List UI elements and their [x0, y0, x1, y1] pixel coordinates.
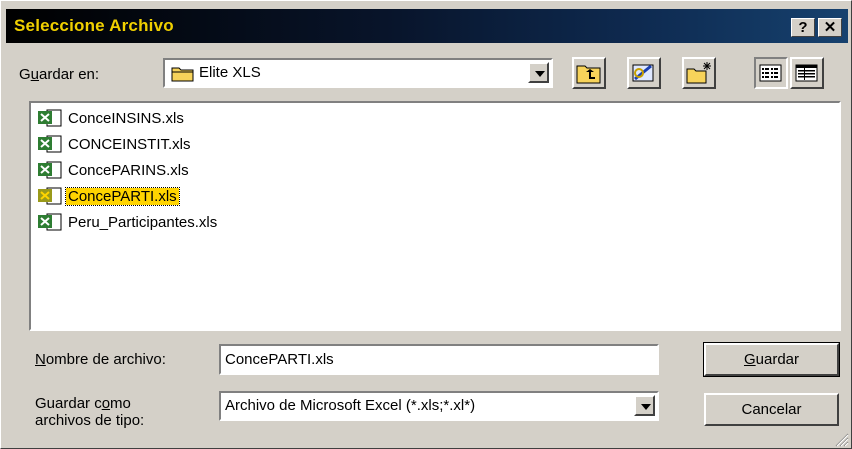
window-title: Seleccione Archivo	[14, 16, 174, 35]
title-bar[interactable]: Seleccione Archivo ? ✕	[6, 9, 848, 43]
save-in-label-accesskey: u	[30, 66, 40, 83]
file-name: ConcePARINS.xls	[68, 161, 189, 179]
search-web-button[interactable]	[627, 57, 661, 89]
save-in-label: Guardar en:	[19, 66, 99, 83]
folder-icon	[171, 64, 195, 86]
filetype-label-line1: Guardar como	[35, 395, 131, 412]
new-folder-icon	[686, 62, 711, 84]
file-name: ConcePARTI.xls	[65, 186, 180, 206]
up-one-level-icon	[576, 65, 601, 84]
search-web-icon	[632, 64, 654, 82]
save-in-label-rest: ardar en:	[39, 66, 100, 83]
excel-file-icon	[37, 213, 63, 231]
list-item[interactable]: ConcePARINS.xls	[37, 159, 191, 181]
excel-file-icon	[37, 187, 63, 205]
save-in-combo[interactable]: Elite XLS	[163, 58, 553, 88]
filename-label-accesskey: N	[35, 351, 46, 368]
save-in-label-first: G	[19, 66, 31, 83]
resize-grip-icon[interactable]	[833, 431, 849, 447]
excel-file-icon	[37, 161, 63, 179]
list-item[interactable]: CONCEINSTIT.xls	[37, 133, 193, 155]
save-button[interactable]: Guardar	[703, 342, 840, 377]
save-in-value: Elite XLS	[199, 64, 261, 81]
details-view-button[interactable]	[790, 57, 824, 89]
filetype-label: Guardar como archivos de tipo:	[35, 395, 144, 429]
list-view-icon	[759, 64, 782, 82]
filename-value: ConcePARTI.xls	[225, 351, 334, 368]
file-name: ConceINSINS.xls	[68, 109, 184, 127]
excel-file-icon	[37, 135, 63, 153]
list-item[interactable]: Peru_Participantes.xls	[37, 211, 219, 233]
up-one-level-button[interactable]	[572, 57, 606, 89]
filetype-value: Archivo de Microsoft Excel (*.xls;*.xl*)	[225, 397, 476, 414]
filename-input[interactable]: ConcePARTI.xls	[219, 344, 659, 375]
file-list[interactable]: ConceINSINS.xls CONCEINSTIT.xls ConcePAR…	[29, 101, 841, 331]
save-in-dropdown-button[interactable]	[528, 62, 549, 83]
file-name: CONCEINSTIT.xls	[68, 135, 191, 153]
filetype-combo[interactable]: Archivo de Microsoft Excel (*.xls;*.xl*)	[219, 391, 659, 421]
list-item[interactable]: ConceINSINS.xls	[37, 107, 186, 129]
chevron-down-icon	[535, 71, 545, 77]
chevron-down-icon	[641, 404, 651, 410]
cancel-button[interactable]: Cancelar	[704, 393, 839, 426]
filename-label: Nombre de archivo:	[35, 351, 166, 368]
filetype-dropdown-button[interactable]	[634, 395, 655, 416]
close-button[interactable]: ✕	[818, 18, 842, 37]
list-view-button[interactable]	[754, 57, 788, 89]
save-button-label: Guardar	[743, 351, 800, 368]
file-name: Peru_Participantes.xls	[68, 213, 218, 231]
excel-file-icon	[37, 109, 63, 127]
new-folder-button[interactable]	[682, 57, 716, 89]
help-button[interactable]: ?	[791, 18, 815, 37]
filetype-label-line2: archivos de tipo:	[35, 412, 145, 429]
save-dialog: Seleccione Archivo ? ✕ Guardar en: Elite…	[0, 0, 852, 449]
details-view-icon	[795, 64, 818, 82]
list-item-selected[interactable]: ConcePARTI.xls	[37, 185, 180, 207]
filename-label-rest: ombre de archivo:	[45, 351, 166, 368]
